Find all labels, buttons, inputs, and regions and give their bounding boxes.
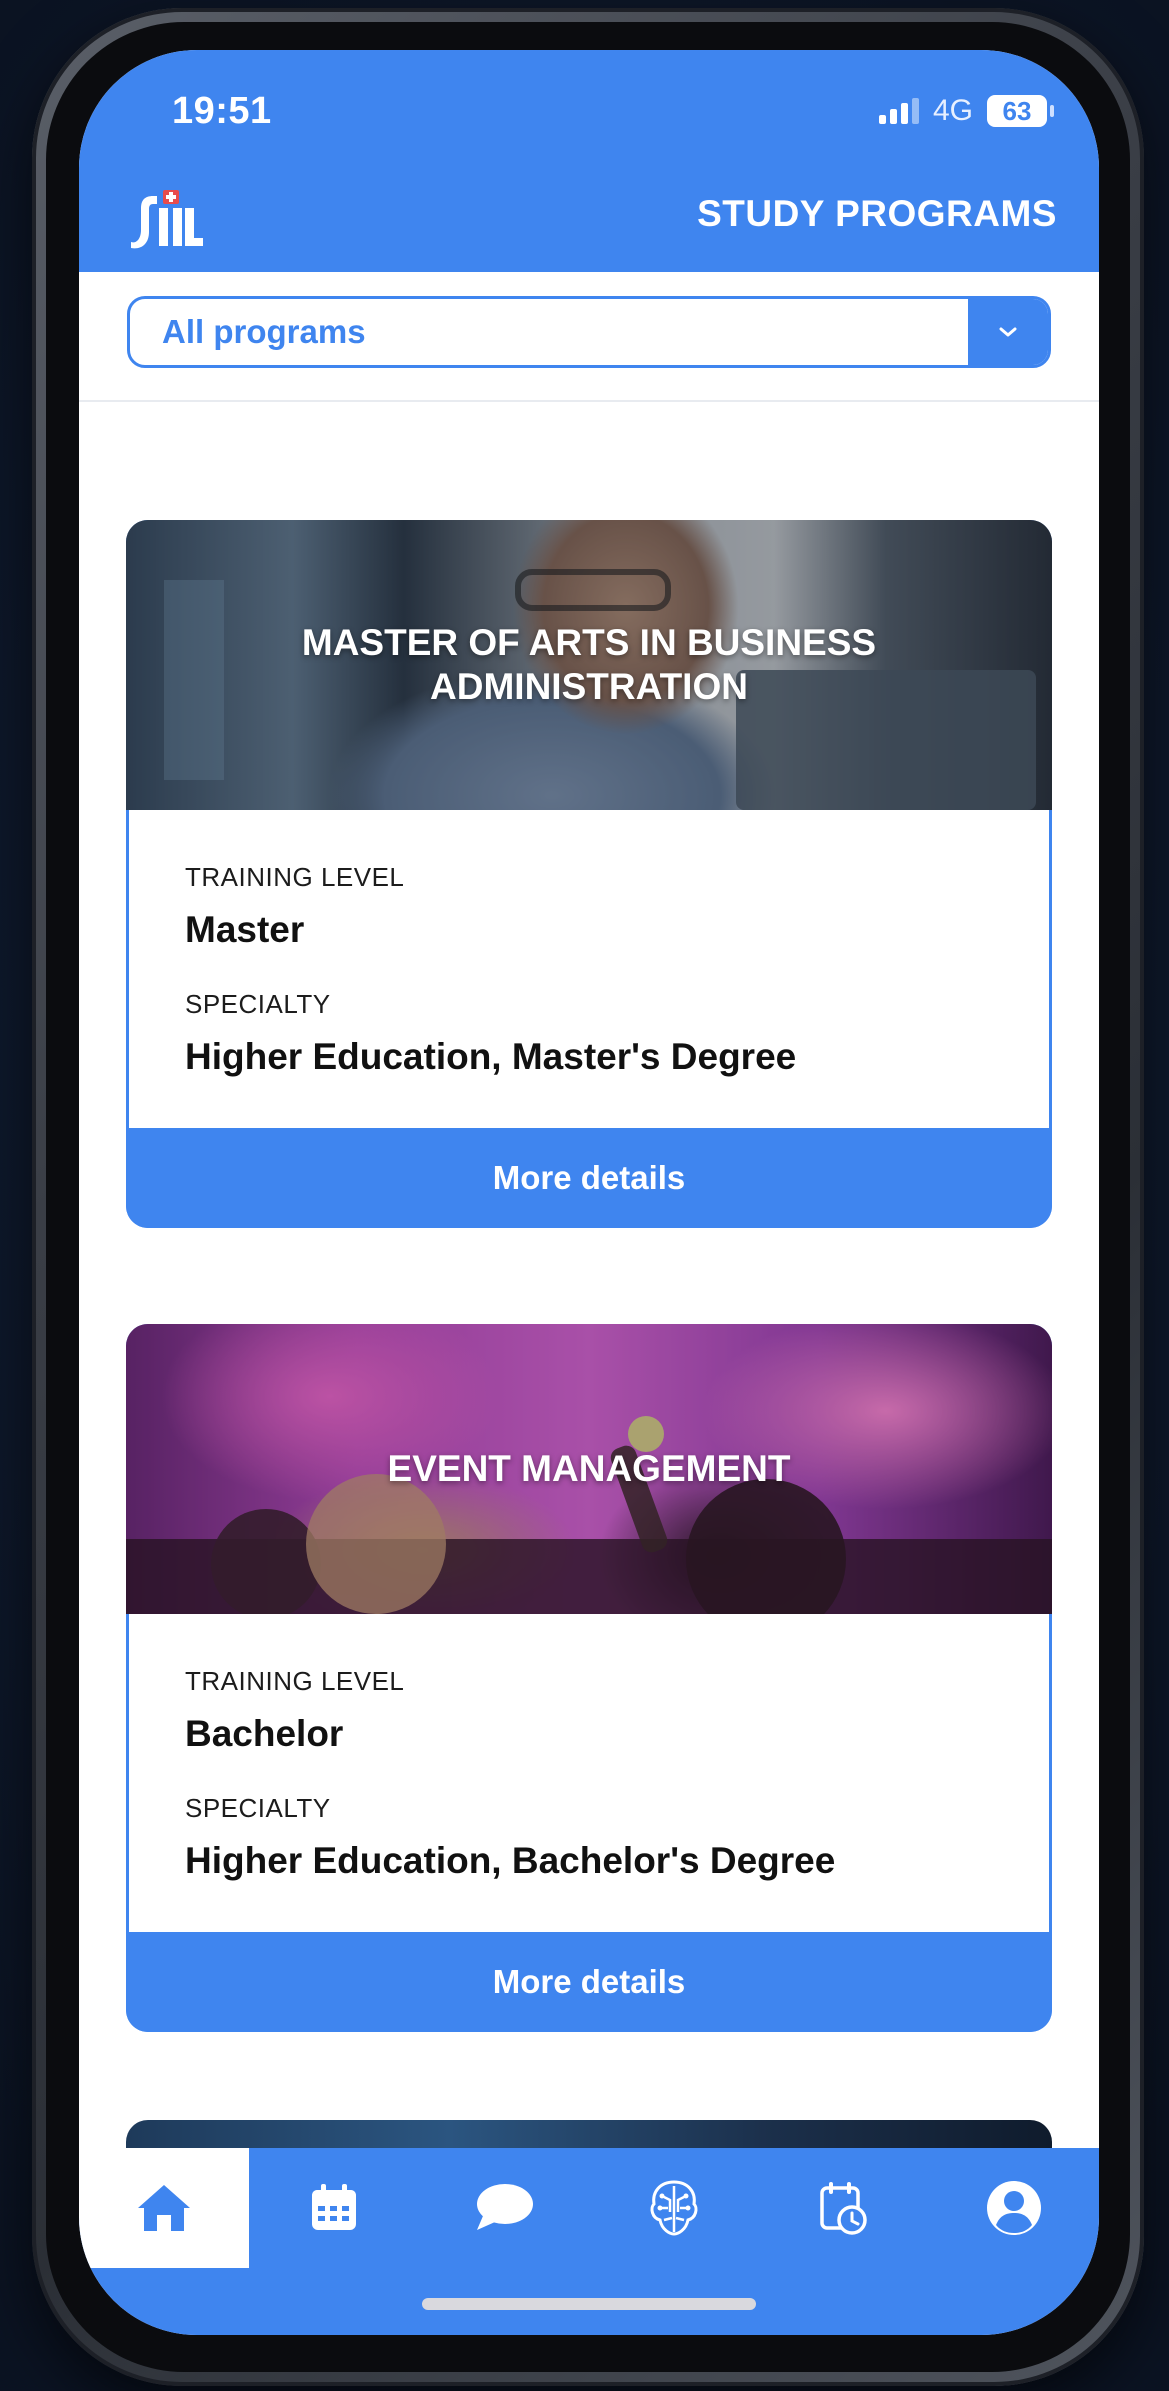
program-card[interactable]: MASTER OF ARTS IN BUSINESS ADMINISTRATIO… [126,520,1052,1228]
schedule-clock-icon[interactable] [759,2148,929,2268]
program-image: MASTER OF ARTS IN BUSINESS ADMINISTRATIO… [126,520,1052,810]
specialty-value: Higher Education, Bachelor's Degree [185,1840,836,1881]
app-header: 19:51 4G 63 STUDY PROGRAMS [79,50,1099,272]
home-icon[interactable] [79,2148,249,2268]
status-indicators: 4G 63 [878,94,1054,128]
specialty-label: SPECIALTY [185,989,331,1019]
status-time: 19:51 [172,90,272,132]
program-details: TRAINING LEVEL Master SPECIALTY Higher E… [126,810,1052,1128]
chevron-down-icon[interactable] [968,299,1048,365]
sil-logo-icon[interactable] [127,186,205,250]
program-filter-value: All programs [162,313,366,350]
more-details-button[interactable]: More details [126,1932,1052,2032]
page-title: STUDY PROGRAMS [697,193,1057,234]
program-image: EVENT MANAGEMENT [126,1324,1052,1614]
profile-icon[interactable] [929,2148,1099,2268]
chat-bubble-icon[interactable] [419,2148,589,2268]
training-level-value: Bachelor [185,1713,344,1754]
program-title: MASTER OF ARTS IN BUSINESS ADMINISTRATIO… [301,621,877,707]
battery-level: 63 [1002,95,1032,126]
training-level-label: TRAINING LEVEL [185,1666,405,1696]
training-level-label: TRAINING LEVEL [185,862,405,892]
specialty-label: SPECIALTY [185,1793,331,1823]
program-card[interactable]: EVENT MANAGEMENT TRAINING LEVEL Bachelor… [126,1324,1052,2032]
signal-icon [878,98,919,124]
network-type: 4G [932,94,973,127]
program-filter-select[interactable]: All programs [127,296,1051,368]
app-screen: 19:51 4G 63 STUDY PROGRAMS All programs … [79,50,1099,2335]
ai-brain-icon[interactable] [589,2148,759,2268]
more-details-button[interactable]: More details [126,1128,1052,1228]
calendar-icon[interactable] [249,2148,419,2268]
program-details: TRAINING LEVEL Bachelor SPECIALTY Higher… [126,1614,1052,1932]
training-level-value: Master [185,909,305,950]
specialty-value: Higher Education, Master's Degree [185,1036,797,1077]
program-title: EVENT MANAGEMENT [387,1447,791,1489]
battery-icon: 63 [987,95,1054,127]
filter-bar: All programs [79,272,1099,402]
home-indicator[interactable] [422,2298,756,2310]
